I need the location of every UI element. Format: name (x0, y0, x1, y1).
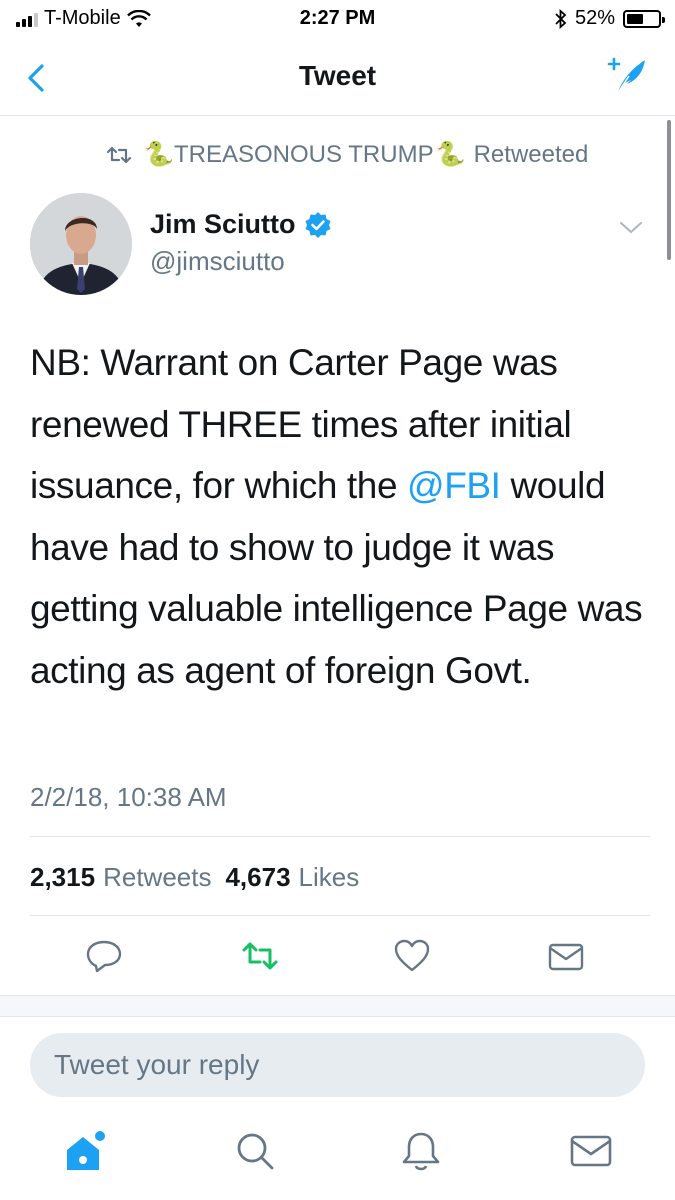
like-count-label: Likes (298, 862, 360, 892)
tweet-timestamp: 2/2/18, 10:38 AM (30, 782, 227, 812)
avatar[interactable] (30, 193, 132, 295)
retweeted-label: Retweeted (473, 141, 589, 168)
like-count[interactable]: 4,673 Likes (225, 862, 359, 893)
author-name[interactable]: Jim Sciutto (150, 209, 332, 240)
notifications-bell-icon[interactable] (398, 1128, 444, 1174)
snake-emoji: 🐍 (144, 141, 174, 168)
home-icon[interactable] (62, 1128, 108, 1174)
tweet-action-bar (0, 930, 675, 982)
section-divider (0, 995, 675, 1017)
reply-input[interactable]: Tweet your reply (30, 1033, 645, 1097)
compose-feather-icon[interactable] (605, 54, 649, 98)
page-title: Tweet (298, 60, 377, 91)
retweet-count[interactable]: 2,315 Retweets (30, 862, 211, 893)
share-mail-icon[interactable] (546, 936, 586, 976)
status-bar: T-Mobile 2:27 PM 52% (0, 0, 675, 40)
retweet-icon[interactable] (240, 936, 280, 976)
messages-mail-icon[interactable] (568, 1128, 614, 1174)
like-count-value: 4,673 (225, 862, 291, 892)
tweet-text: NB: Warrant on Carter Page was renewed T… (30, 332, 655, 701)
retweet-count-label: Retweets (103, 862, 212, 892)
reply-icon[interactable] (84, 936, 124, 976)
author-handle[interactable]: @jimsciutto (150, 246, 285, 277)
verified-badge-icon (305, 211, 331, 238)
search-icon[interactable] (232, 1128, 278, 1174)
bluetooth-icon (555, 8, 567, 29)
battery-fill (627, 13, 643, 24)
snake-emoji: 🐍 (435, 141, 466, 168)
status-right: 52% (555, 7, 665, 30)
author-display-name: Jim Sciutto (150, 209, 296, 239)
avatar-photo (30, 193, 132, 295)
battery-icon (623, 9, 665, 28)
retweet-count-value: 2,315 (30, 862, 96, 892)
retweeter-name: TREASONOUS TRUMP (174, 141, 434, 168)
navigation-bar: Tweet (0, 40, 675, 116)
mention-link[interactable]: @FBI (407, 465, 501, 506)
heart-icon[interactable] (392, 936, 432, 976)
chevron-down-icon[interactable] (619, 220, 643, 236)
divider (30, 836, 650, 837)
tweet-stats: 2,315 Retweets 4,673 Likes (30, 862, 359, 893)
scrollbar[interactable] (667, 120, 671, 260)
divider (30, 915, 650, 916)
retweeted-by-banner[interactable]: 🐍 TREASONOUS TRUMP 🐍 Retweeted (106, 138, 645, 172)
battery-percent: 52% (574, 7, 615, 29)
retweet-icon (106, 146, 132, 164)
reply-placeholder: Tweet your reply (54, 1049, 260, 1080)
bottom-tab-bar (0, 1110, 675, 1200)
